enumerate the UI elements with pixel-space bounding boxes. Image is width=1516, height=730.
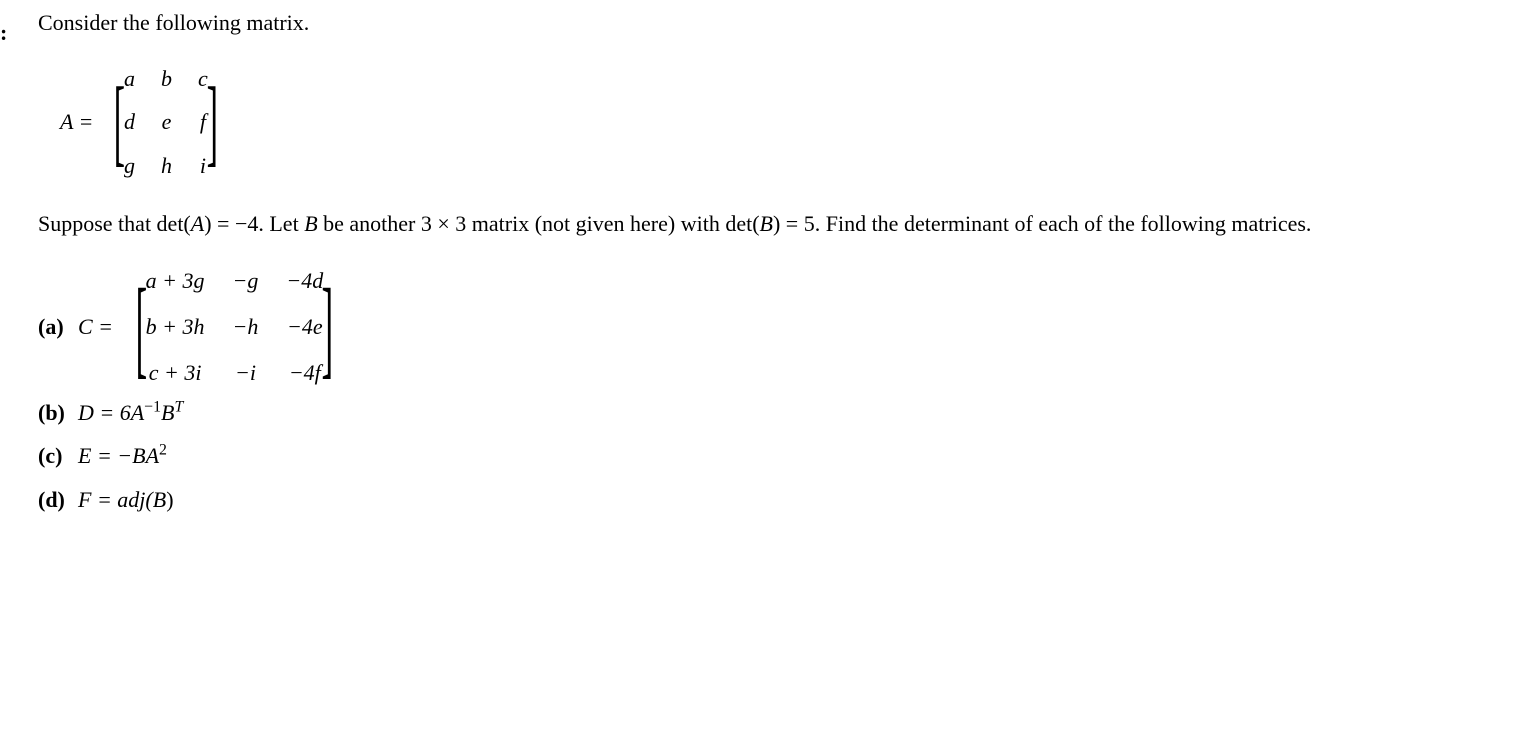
var-A: A [131, 400, 144, 425]
superscript: 2 [159, 442, 167, 459]
matrix-cell: b [161, 64, 172, 94]
part-label-d: (d) [38, 485, 78, 515]
eq-lhs: F = adj( [78, 487, 153, 512]
matrix-cell: a [124, 64, 135, 94]
suppose-paragraph: Suppose that det(A) = −4. Let B be anoth… [38, 209, 1476, 239]
lead-marker: : [0, 18, 7, 48]
right-bracket-icon: ] [322, 286, 334, 369]
text-fragment: Suppose that det( [38, 211, 191, 236]
matrix-cell: d [124, 107, 135, 137]
eq-lhs: E = − [78, 443, 132, 468]
matrix-A-equation: A = [ a b c d e f g h i ] [60, 64, 1476, 181]
matrix-cell: h [161, 151, 172, 181]
eq-lhs: D = 6 [78, 400, 131, 425]
matrix-A-grid: a b c d e f g h i [124, 64, 208, 181]
part-label-a: (a) [38, 312, 78, 342]
matrix-C-lhs: C = [78, 312, 113, 342]
matrix-cell: −4e [286, 312, 323, 342]
matrix-cell: b + 3h [146, 312, 205, 342]
part-b: (b) D = 6A−1BT [38, 394, 1476, 432]
part-label-c: (c) [38, 441, 78, 471]
matrix-C-equation: C = [ a + 3g −g −4d b + 3h −h −4e c + 3i… [78, 266, 1476, 387]
text-fragment: ) [166, 487, 173, 512]
left-bracket-icon: [ [114, 84, 125, 160]
matrix-cell: g [124, 151, 135, 181]
var-A: A [191, 211, 204, 236]
part-d: (d) F = adj(B) [38, 481, 1476, 519]
part-c: (c) E = −BA2 [38, 437, 1476, 475]
matrix-cell: −g [233, 266, 259, 296]
var-B: B [153, 487, 166, 512]
matrix-A-lhs: A = [60, 107, 93, 137]
matrix-cell: e [161, 107, 172, 137]
matrix-cell: a + 3g [146, 266, 205, 296]
right-bracket-icon: ] [206, 84, 217, 160]
text-fragment: ) = −4. Let [204, 211, 304, 236]
superscript: −1 [144, 398, 161, 415]
matrix-cell: −i [233, 358, 259, 388]
matrix-C-grid: a + 3g −g −4d b + 3h −h −4e c + 3i −i −4… [146, 266, 324, 387]
matrix-cell: −4f [286, 358, 323, 388]
superscript: T [174, 398, 183, 415]
text-fragment: ) = 5. Find the determinant of each of t… [773, 211, 1311, 236]
matrix-cell: −h [233, 312, 259, 342]
intro-text: Consider the following matrix. [38, 8, 1476, 38]
part-label-b: (b) [38, 398, 78, 428]
var-B: B [760, 211, 773, 236]
text-fragment: be another 3 × 3 matrix (not given here)… [318, 211, 760, 236]
var-B: B [304, 211, 317, 236]
matrix-cell: −4d [286, 266, 323, 296]
left-bracket-icon: [ [135, 286, 147, 369]
var-A: A [146, 443, 159, 468]
var-B: B [132, 443, 145, 468]
part-a: (a) C = [ a + 3g −g −4d b + 3h −h −4e c … [38, 266, 1476, 387]
var-B: B [161, 400, 174, 425]
matrix-cell: c + 3i [146, 358, 205, 388]
